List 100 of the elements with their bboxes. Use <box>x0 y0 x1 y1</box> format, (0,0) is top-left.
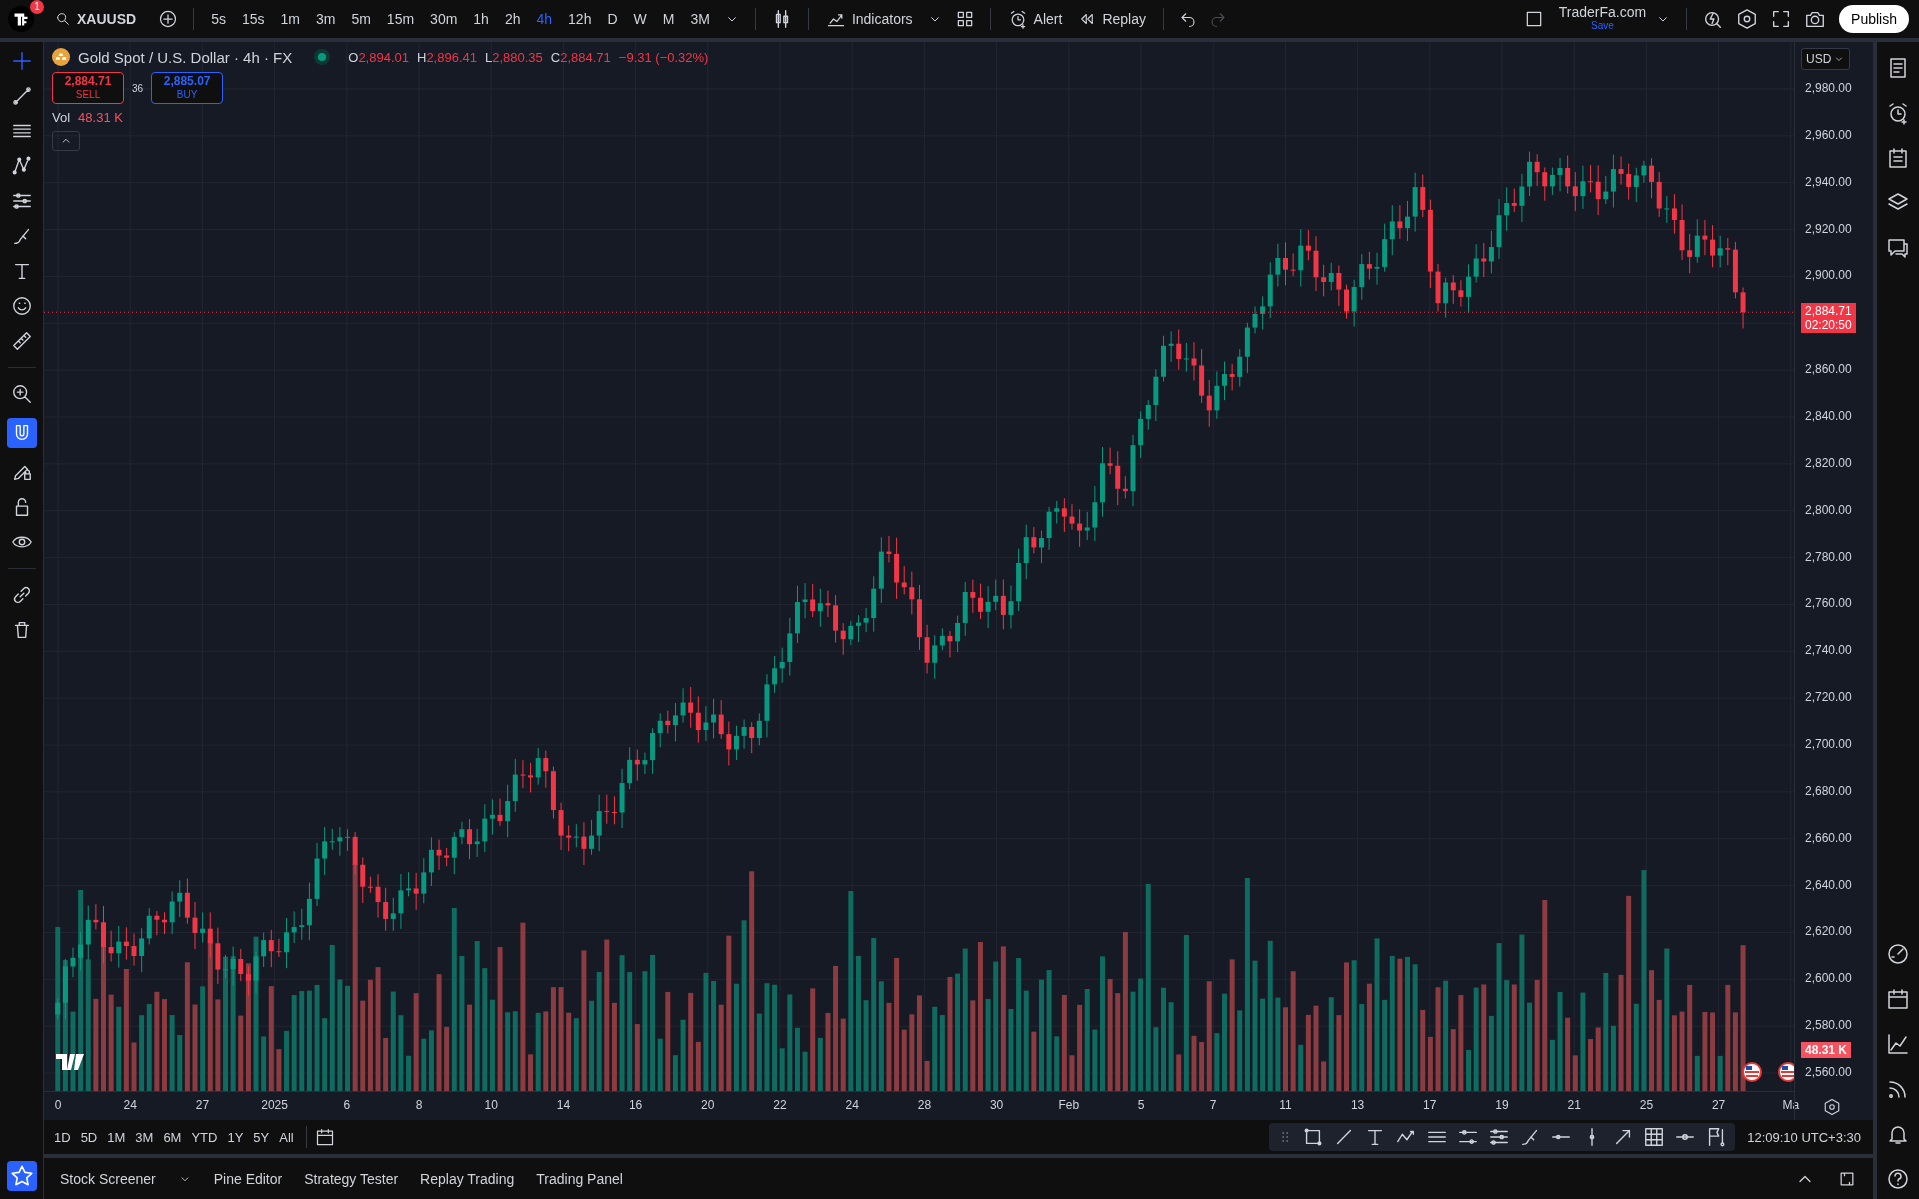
notes-icon[interactable] <box>1886 146 1910 170</box>
notification-badge: 1 <box>30 0 44 14</box>
interval-button[interactable]: D <box>602 4 623 34</box>
interval-button[interactable]: 15m <box>381 4 420 34</box>
interval-button[interactable]: 4h <box>531 4 558 34</box>
sell-button[interactable]: 2,884.71 SELL <box>52 72 124 104</box>
parallel-lines-icon[interactable] <box>1488 1126 1511 1148</box>
time-label: 22 <box>773 1098 787 1113</box>
magnet-icon[interactable] <box>6 418 37 448</box>
volume-label: Vol <box>52 110 71 125</box>
grid-icon[interactable] <box>1643 1126 1666 1148</box>
price-label: 2,780.00 <box>1805 549 1852 564</box>
interval-button[interactable]: 3m <box>310 4 341 34</box>
price-label: 2,700.00 <box>1805 737 1852 752</box>
save-link[interactable]: Save <box>1591 19 1614 32</box>
panel-tab[interactable]: Replay Trading <box>412 1166 523 1191</box>
time-label: 0 <box>54 1098 62 1113</box>
interval-button[interactable]: 5s <box>206 4 231 34</box>
time-label: 27 <box>1711 1098 1726 1113</box>
price-label: 2,800.00 <box>1805 502 1852 517</box>
crosshair-icon[interactable] <box>10 50 33 72</box>
zoom-in-icon[interactable] <box>10 383 33 405</box>
time-label: 13 <box>1350 1098 1365 1113</box>
price-label: 2,980.00 <box>1805 81 1852 95</box>
price-label: 2,960.00 <box>1805 127 1852 142</box>
range-button[interactable]: 1Y <box>223 1127 248 1147</box>
panel-tab[interactable]: Strategy Tester <box>296 1166 407 1191</box>
range-button[interactable]: All <box>275 1127 298 1147</box>
range-button[interactable]: 6M <box>159 1127 186 1147</box>
favorites-icon[interactable] <box>6 1161 37 1191</box>
alert-button[interactable]: Alert <box>1002 4 1068 34</box>
price-label: 2,620.00 <box>1805 924 1852 939</box>
time-label: 19 <box>1495 1098 1509 1113</box>
flag-icon[interactable] <box>1778 1062 1794 1082</box>
settings-icon[interactable] <box>1823 1098 1841 1116</box>
range-button[interactable]: 5D <box>76 1127 102 1147</box>
panel-tab[interactable]: Stock Screener <box>52 1166 164 1191</box>
market-status-dot <box>318 53 327 61</box>
price-label: 2,940.00 <box>1805 174 1852 189</box>
smiley-icon[interactable] <box>10 295 33 317</box>
currency-dropdown[interactable]: USD <box>1801 48 1851 70</box>
interval-button[interactable]: 30m <box>425 4 463 34</box>
line-chart-icon[interactable] <box>1886 1032 1910 1056</box>
publish-button[interactable]: Publish <box>1839 5 1909 33</box>
calendar-icon[interactable] <box>1886 987 1910 1011</box>
interval-button[interactable]: W <box>628 4 652 34</box>
time-label: 16 <box>628 1098 643 1113</box>
symbol-title[interactable]: Gold Spot / U.S. Dollar · 4h · FX <box>78 48 293 66</box>
interval-button[interactable]: 3M <box>685 4 715 34</box>
time-label: 21 <box>1567 1098 1581 1113</box>
interval-button[interactable]: 2h <box>499 4 526 34</box>
interval-button[interactable]: 1m <box>275 4 305 34</box>
range-button[interactable]: YTD <box>187 1127 222 1147</box>
range-button[interactable]: 3M <box>131 1127 158 1147</box>
app-logo[interactable] <box>8 6 34 32</box>
gauge-icon[interactable] <box>1886 942 1910 966</box>
help-icon[interactable] <box>1886 1167 1910 1191</box>
alarm-clock-icon[interactable] <box>1886 101 1910 125</box>
ohlc-value: 2,896.41 <box>426 49 477 65</box>
symbol-search-button[interactable]: XAUUSD <box>50 4 142 34</box>
replay-button[interactable]: Replay <box>1073 4 1151 34</box>
buy-button[interactable]: 2,885.07 BUY <box>151 72 224 104</box>
ruler-icon[interactable] <box>10 330 33 352</box>
chat-icon[interactable] <box>1886 236 1910 260</box>
time-label: 8 <box>415 1098 423 1113</box>
flag-icon[interactable] <box>1742 1062 1762 1082</box>
pattern-icon[interactable] <box>10 155 33 177</box>
range-button[interactable]: 1M <box>103 1127 130 1147</box>
indicators-button[interactable]: Indicators <box>820 4 918 34</box>
time-label: 11 <box>1279 1098 1292 1113</box>
settings-icon[interactable] <box>1736 8 1759 30</box>
price-label: 2,640.00 <box>1805 877 1852 892</box>
interval-button[interactable]: 15s <box>236 4 270 34</box>
time-label: 20 <box>701 1098 715 1113</box>
price-label: 2,600.00 <box>1805 971 1852 986</box>
range-button[interactable]: 1D <box>50 1127 75 1147</box>
time-label: 25 <box>1639 1098 1654 1113</box>
undo-icon[interactable] <box>1179 10 1197 28</box>
last-price-tag: 2,884.71 02:20:50 <box>1801 303 1856 334</box>
interval-button[interactable]: 12h <box>563 4 597 34</box>
add-symbol-icon[interactable] <box>158 9 179 29</box>
time-label: 7 <box>1209 1098 1217 1113</box>
tv-logo[interactable] <box>56 1054 84 1070</box>
panel-tab[interactable]: Trading Panel <box>528 1166 631 1191</box>
time-label: Feb <box>1058 1098 1080 1113</box>
price-label: 2,900.00 <box>1805 268 1852 283</box>
layout-name[interactable]: TraderFa.com <box>1558 6 1647 19</box>
go-to-date-icon[interactable] <box>314 1127 335 1147</box>
interval-button[interactable]: M <box>657 4 680 34</box>
panel-tab[interactable]: Pine Editor <box>205 1166 291 1191</box>
interval-button[interactable]: 1h <box>468 4 494 34</box>
price-change: −9.31 (−0.32%) <box>618 49 709 65</box>
range-button[interactable]: 5Y <box>249 1127 274 1147</box>
trend-line-icon[interactable] <box>10 85 33 107</box>
interval-button[interactable]: 5m <box>346 4 376 34</box>
time-label: 27 <box>195 1098 210 1113</box>
price-label: 2,840.00 <box>1805 409 1852 423</box>
price-label: 2,860.00 <box>1805 362 1852 377</box>
parallel-lines-icon[interactable] <box>10 190 33 212</box>
time-label: 24 <box>123 1098 137 1113</box>
